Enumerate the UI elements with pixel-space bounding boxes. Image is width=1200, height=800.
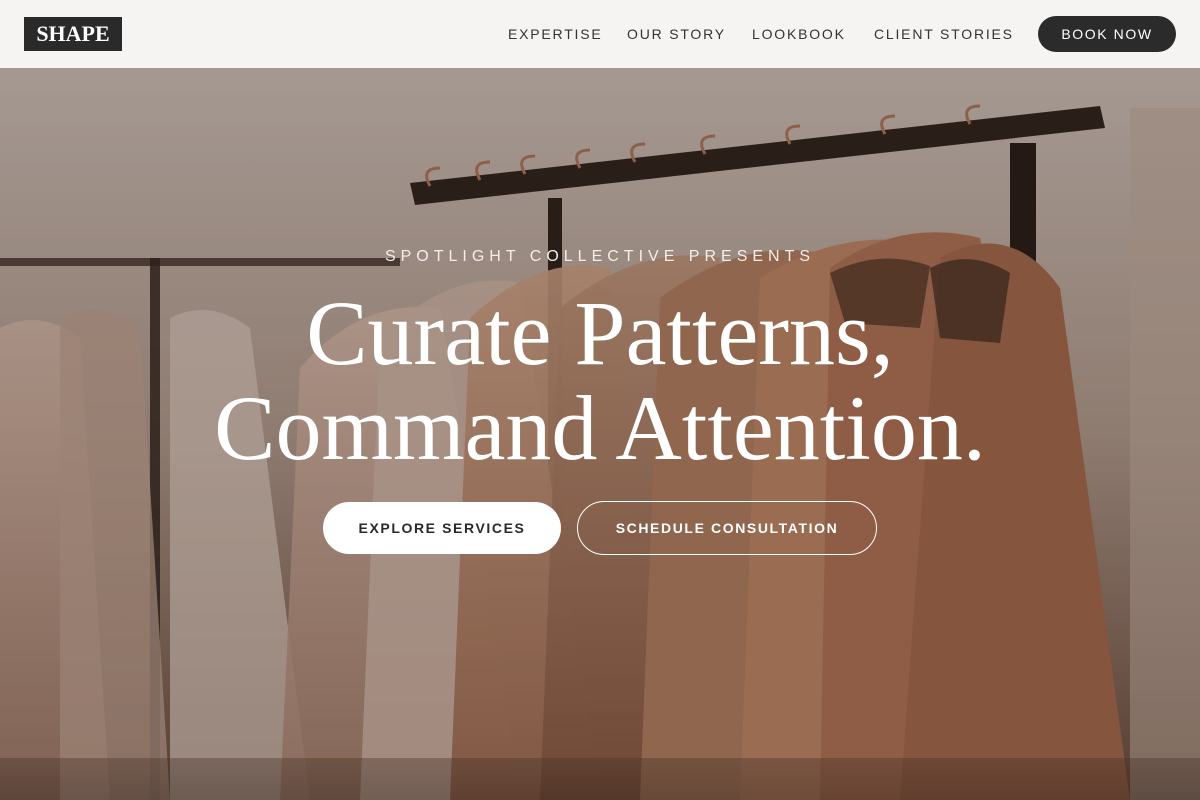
nav-link-lookbook[interactable]: LOOKBOOK	[752, 24, 846, 44]
hero-headline-line-2: Command Attention.	[214, 377, 986, 479]
nav-link-client-stories[interactable]: CLIENT STORIES	[874, 24, 1014, 44]
explore-services-button[interactable]: EXPLORE SERVICES	[323, 502, 561, 554]
nav-link-expertise[interactable]: EXPERTISE	[508, 24, 603, 44]
book-now-button[interactable]: BOOK NOW	[1038, 16, 1176, 52]
hero-eyebrow: SPOTLIGHT COLLECTIVE PRESENTS	[384, 248, 816, 265]
hero-section: SPOTLIGHT COLLECTIVE PRESENTS Curate Pat…	[0, 68, 1200, 800]
nav-link-our-story[interactable]: OUR STORY	[627, 24, 726, 44]
hero-headline: Curate Patterns, Command Attention.	[0, 286, 1200, 476]
hero-headline-line-1: Curate Patterns,	[306, 282, 894, 384]
brand-logo[interactable]: SHAPE	[24, 17, 122, 51]
schedule-consultation-button[interactable]: SCHEDULE CONSULTATION	[577, 501, 877, 555]
site-header: SHAPE EXPERTISE OUR STORY LOOKBOOK CLIEN…	[0, 0, 1200, 68]
